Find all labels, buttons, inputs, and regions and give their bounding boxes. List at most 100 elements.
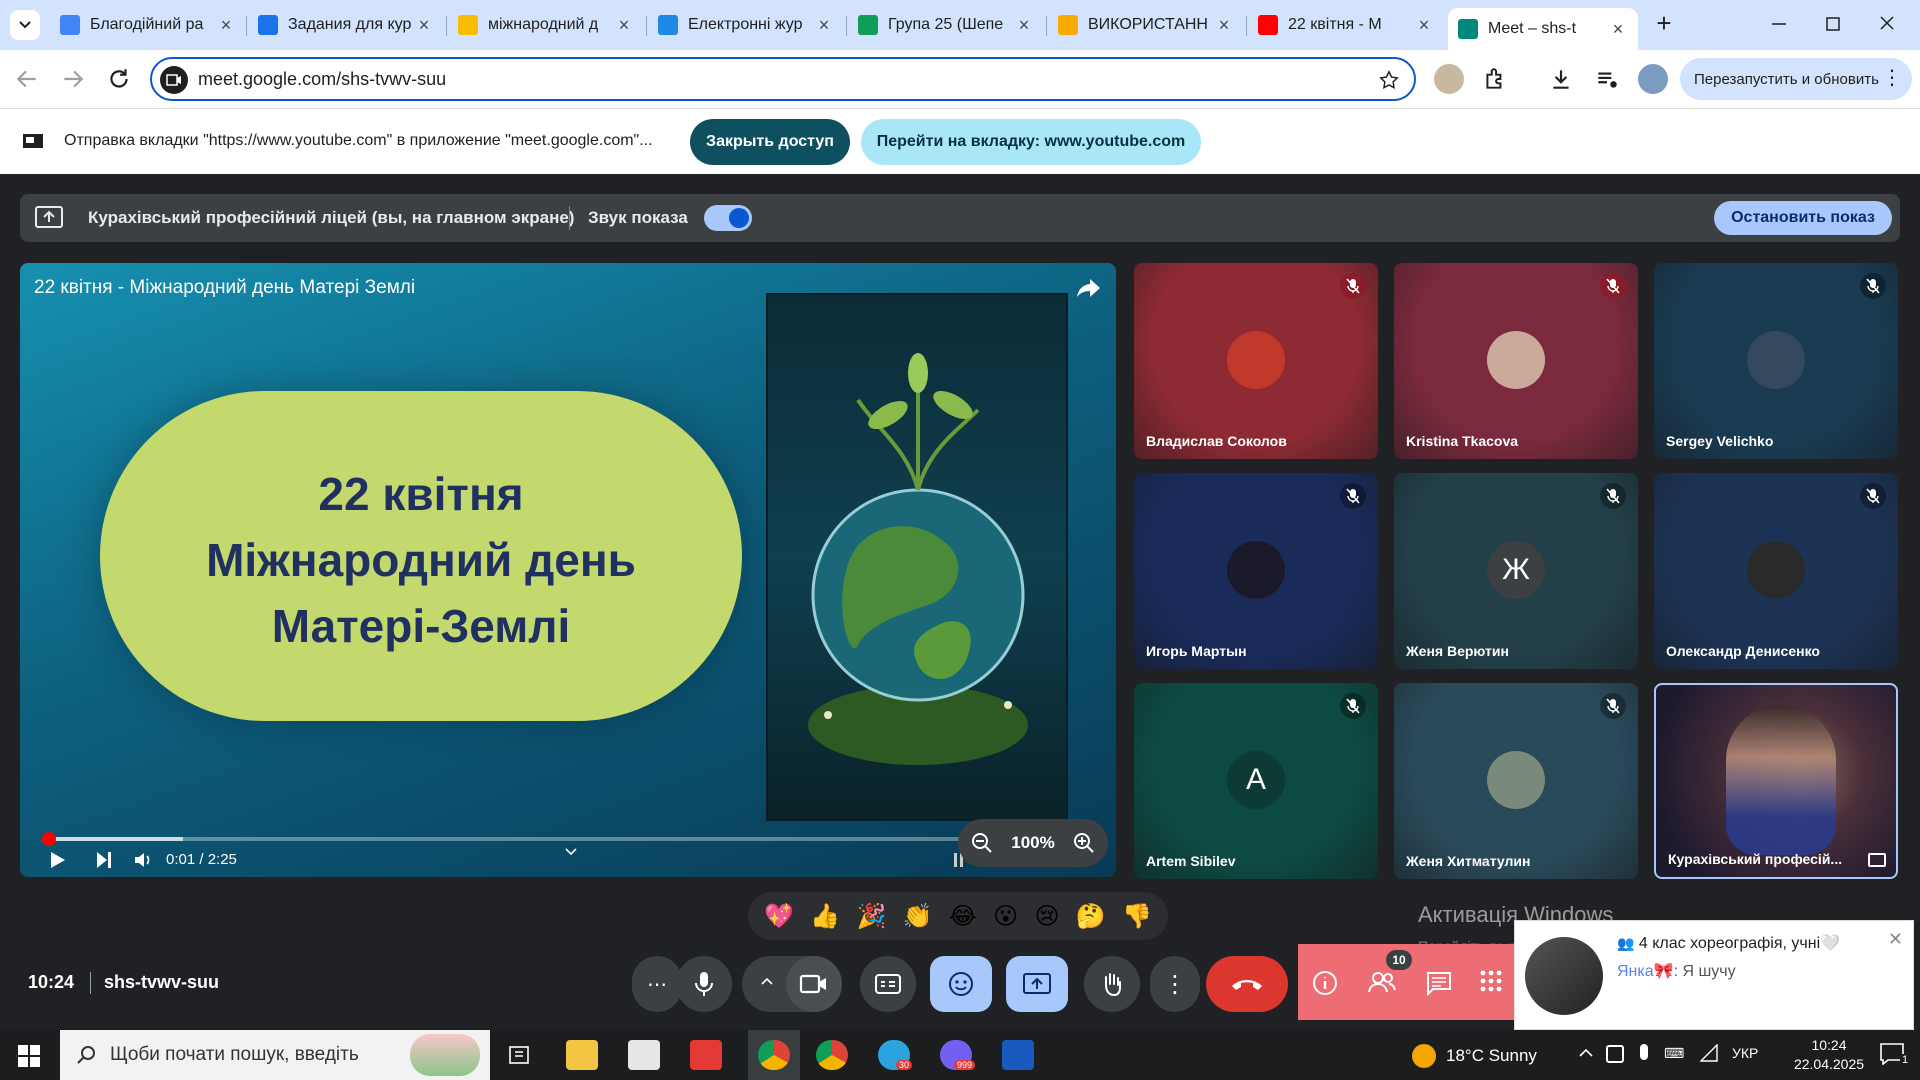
browser-tab[interactable]: Meet – shs-t ×: [1448, 8, 1638, 50]
tab-close-icon[interactable]: ×: [814, 15, 834, 36]
browser-tab[interactable]: ВИКОРИСТАНН ×: [1048, 8, 1244, 42]
browser-tab[interactable]: Задания для кур ×: [248, 8, 444, 42]
profile-avatar-icon[interactable]: [1638, 64, 1668, 94]
extension-avatar-icon[interactable]: [1434, 64, 1464, 94]
video-scrubber[interactable]: [42, 832, 56, 846]
tab-close-icon[interactable]: ×: [1214, 15, 1234, 36]
system-clock[interactable]: 10:24 22.04.2025: [1786, 1036, 1872, 1074]
forward-button[interactable]: [60, 66, 86, 92]
stop-presenting-button[interactable]: Остановить показ: [1714, 201, 1892, 235]
activities-icon[interactable]: [1480, 970, 1502, 992]
close-window-button[interactable]: [1872, 12, 1902, 36]
video-title[interactable]: 22 квітня - Міжнародний день Матері Земл…: [34, 277, 415, 299]
network-icon[interactable]: [1700, 1044, 1718, 1062]
next-icon[interactable]: [96, 851, 112, 869]
minimize-button[interactable]: [1764, 12, 1794, 36]
close-access-button[interactable]: Закрыть доступ: [690, 119, 850, 165]
start-button[interactable]: [18, 1045, 40, 1067]
maximize-button[interactable]: [1818, 12, 1848, 36]
printer-app-icon[interactable]: [628, 1040, 660, 1070]
more-reactions-button[interactable]: ⋯: [632, 956, 682, 1012]
participant-tile[interactable]: Ж Женя Верютин: [1394, 473, 1638, 669]
participant-tile[interactable]: A Artem Sibilev: [1134, 683, 1378, 879]
reaction-emoji-button[interactable]: 💖: [764, 902, 794, 931]
camera-button[interactable]: [786, 956, 842, 1012]
participant-tile[interactable]: Игорь Мартын: [1134, 473, 1378, 669]
word-icon[interactable]: [1002, 1040, 1034, 1070]
address-bar[interactable]: meet.google.com/shs-tvwv-suu: [150, 57, 1416, 101]
taskbar-search-box[interactable]: Щоби почати пошук, введіть: [60, 1030, 490, 1080]
chevron-down-icon[interactable]: [564, 847, 578, 857]
presentation-app-icon[interactable]: [690, 1040, 722, 1070]
browser-tab[interactable]: міжнародний д ×: [448, 8, 644, 42]
reaction-emoji-button[interactable]: 🤔: [1076, 902, 1106, 931]
volume-icon[interactable]: [134, 851, 154, 869]
reaction-emoji-button[interactable]: 😂: [949, 902, 977, 931]
task-view-icon[interactable]: [508, 1045, 530, 1065]
tab-close-icon[interactable]: ×: [1014, 15, 1034, 36]
more-options-button[interactable]: ⋮: [1150, 956, 1200, 1012]
share-arrow-icon[interactable]: [1076, 277, 1102, 299]
people-icon[interactable]: [1368, 970, 1396, 996]
participant-tile[interactable]: Женя Хитматулин: [1394, 683, 1638, 879]
media-control-icon[interactable]: [1594, 66, 1620, 92]
tab-search-button[interactable]: [10, 10, 40, 40]
zoom-out-icon[interactable]: [970, 831, 994, 855]
chrome-icon[interactable]: [758, 1040, 790, 1070]
captions-button[interactable]: [860, 956, 916, 1012]
download-icon[interactable]: [1548, 66, 1574, 92]
chevron-up-icon[interactable]: [1578, 1048, 1594, 1058]
file-explorer-icon[interactable]: [566, 1040, 598, 1070]
close-icon[interactable]: ✕: [1888, 929, 1903, 950]
reaction-emoji-button[interactable]: 😮: [993, 902, 1018, 931]
reaction-emoji-button[interactable]: 😢: [1034, 902, 1059, 931]
meet-tray-icon[interactable]: [1606, 1045, 1624, 1063]
reaction-emoji-button[interactable]: 👎: [1122, 902, 1152, 931]
pip-icon[interactable]: [1868, 853, 1886, 867]
reaction-emoji-button[interactable]: 🎉: [856, 902, 886, 931]
tab-close-icon[interactable]: ×: [414, 15, 434, 36]
video-progress-bar[interactable]: [42, 832, 982, 846]
chat-icon[interactable]: [1426, 970, 1452, 996]
tab-close-icon[interactable]: ×: [1608, 19, 1628, 40]
extensions-puzzle-icon[interactable]: [1482, 66, 1508, 92]
browser-tab[interactable]: Благодійний ра ×: [50, 8, 246, 42]
relaunch-update-button[interactable]: Перезапустить и обновить ⋮: [1680, 58, 1912, 100]
play-icon[interactable]: [50, 851, 66, 869]
share-sound-toggle[interactable]: [704, 205, 752, 231]
raise-hand-button[interactable]: [1084, 956, 1140, 1012]
back-button[interactable]: [14, 66, 40, 92]
camera-options-button[interactable]: [742, 956, 842, 1012]
send-reaction-button[interactable]: [930, 956, 992, 1012]
participant-tile[interactable]: Владислав Соколов: [1134, 263, 1378, 459]
more-vert-icon[interactable]: ⋮: [1882, 68, 1902, 88]
browser-tab[interactable]: 22 квітня - М ×: [1248, 8, 1444, 42]
language-indicator[interactable]: УКР: [1732, 1045, 1758, 1061]
participant-tile[interactable]: Олександр Денисенко: [1654, 473, 1898, 669]
participant-tile[interactable]: Курахівський професій...: [1654, 683, 1898, 879]
tab-close-icon[interactable]: ×: [614, 15, 634, 36]
reload-button[interactable]: [106, 66, 132, 92]
reaction-emoji-button[interactable]: 👏: [903, 902, 933, 931]
browser-tab[interactable]: Електронні жур ×: [648, 8, 844, 42]
new-tab-button[interactable]: +: [1652, 10, 1676, 36]
present-now-button[interactable]: [1006, 956, 1068, 1012]
tab-close-icon[interactable]: ×: [1414, 15, 1434, 36]
participant-tile[interactable]: Sergey Velichko: [1654, 263, 1898, 459]
reaction-emoji-button[interactable]: 👍: [810, 902, 840, 931]
input-method-icon[interactable]: ⌨: [1664, 1045, 1684, 1062]
zoom-in-icon[interactable]: [1072, 831, 1096, 855]
participant-tile[interactable]: Kristina Tkacova: [1394, 263, 1638, 459]
bookmark-star-icon[interactable]: [1378, 69, 1400, 91]
leave-call-button[interactable]: [1206, 956, 1288, 1012]
chat-notification-popup[interactable]: 👥 4 клас хореографія, учні🤍 Янка🎀: Я шуч…: [1514, 920, 1914, 1030]
meeting-info-icon[interactable]: [1312, 970, 1338, 996]
url-text[interactable]: meet.google.com/shs-tvwv-suu: [198, 69, 446, 90]
chevron-up-icon[interactable]: [760, 976, 774, 986]
weather-widget[interactable]: 18°C Sunny: [1412, 1044, 1537, 1068]
meet-camera-icon[interactable]: [160, 66, 188, 94]
chrome-profile-icon[interactable]: [816, 1040, 848, 1070]
tab-close-icon[interactable]: ×: [216, 15, 236, 36]
shared-screen-video[interactable]: 22 квітня - Міжнародний день Матері Земл…: [20, 263, 1116, 877]
goto-tab-button[interactable]: Перейти на вкладку: www.youtube.com: [861, 119, 1201, 165]
